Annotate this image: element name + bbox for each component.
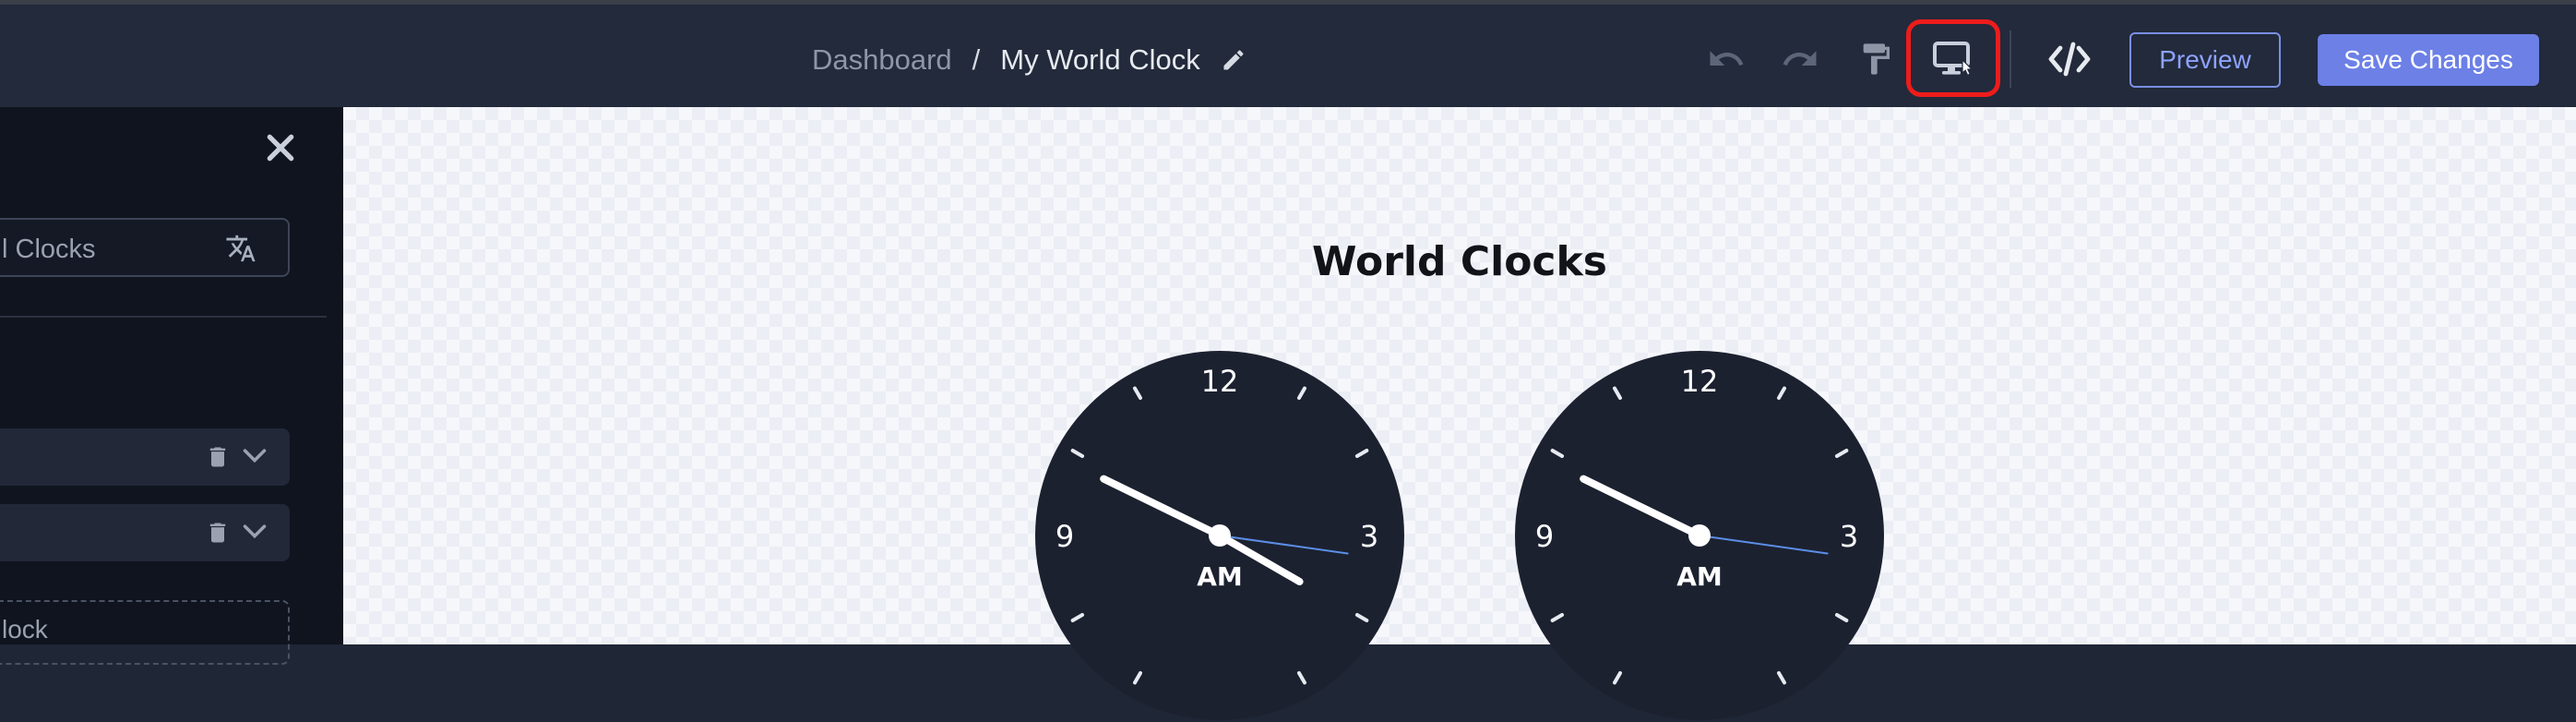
clock-numeral: 9	[1055, 519, 1074, 554]
trash-icon[interactable]	[205, 519, 231, 547]
analog-clock: 12 3 9 AM	[1035, 351, 1404, 720]
sidebar-panel	[0, 107, 343, 644]
trash-icon[interactable]	[205, 443, 231, 471]
breadcrumb: Dashboard / My World Clock	[812, 36, 1246, 84]
undo-icon[interactable]	[1703, 36, 1749, 82]
clock-center-pin	[1688, 524, 1711, 547]
analog-clock: 12 3 9 AM	[1515, 351, 1884, 720]
chevron-down-icon[interactable]	[242, 447, 268, 465]
top-toolbar: Dashboard / My World Clock Preview Save …	[0, 0, 2576, 107]
add-clock-label: lock	[2, 615, 48, 644]
save-changes-button[interactable]: Save Changes	[2318, 34, 2539, 86]
clock-period-label: AM	[1676, 561, 1723, 592]
clock-center-pin	[1209, 524, 1231, 547]
clock-numeral: 12	[1681, 364, 1719, 399]
redo-icon[interactable]	[1777, 36, 1823, 82]
toolbar-divider	[2010, 30, 2011, 88]
highlight-box	[1906, 19, 2000, 97]
page-title: My World Clock	[1000, 43, 1200, 76]
clock-item-row[interactable]	[0, 504, 290, 561]
pencil-icon[interactable]	[1221, 47, 1246, 73]
paint-roller-icon[interactable]	[1853, 36, 1899, 82]
title-input-value: l Clocks	[2, 235, 96, 264]
clock-item-row[interactable]	[0, 428, 290, 486]
clock-numeral: 12	[1201, 364, 1239, 399]
breadcrumb-dashboard-link[interactable]: Dashboard	[812, 43, 952, 77]
clock-period-label: AM	[1197, 561, 1243, 592]
title-input[interactable]: l Clocks	[0, 218, 290, 277]
sidebar-divider	[0, 316, 327, 318]
clock-numeral: 3	[1840, 519, 1858, 554]
close-icon[interactable]	[262, 129, 299, 166]
clock-numeral: 9	[1535, 519, 1554, 554]
add-clock-button[interactable]: lock	[0, 600, 290, 665]
code-icon[interactable]	[2046, 36, 2093, 82]
chevron-down-icon[interactable]	[242, 523, 268, 541]
canvas-title: World Clocks	[1312, 238, 1607, 285]
breadcrumb-separator: /	[972, 43, 981, 76]
preview-button[interactable]: Preview	[2129, 32, 2281, 88]
preview-canvas: World Clocks 12 3 9 AM 12 3 9 AM	[343, 107, 2576, 720]
translate-icon[interactable]	[225, 233, 256, 264]
clock-numeral: 3	[1360, 519, 1378, 554]
